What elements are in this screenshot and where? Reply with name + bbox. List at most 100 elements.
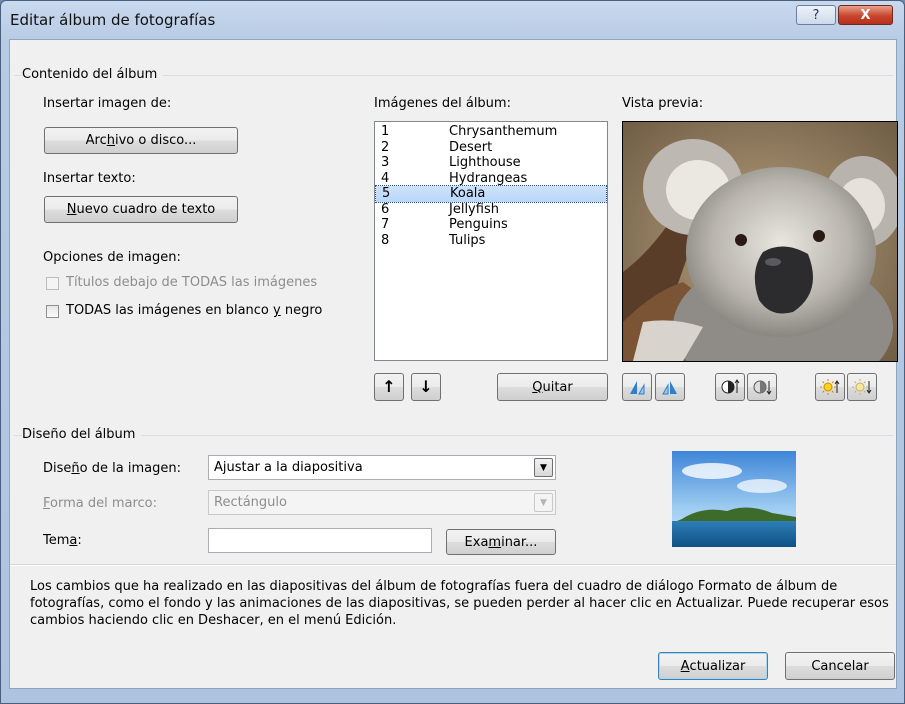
rotate-right-button[interactable] xyxy=(655,373,685,401)
list-item[interactable]: 2 Desert xyxy=(375,140,607,156)
file-or-disk-button[interactable]: Arc h ivo o disco... xyxy=(44,127,238,154)
image-options-label: Opciones de imagen: xyxy=(43,250,181,265)
layout-label: Diseño de la imagen: xyxy=(43,461,181,476)
frame-value: Rectángulo xyxy=(214,495,287,510)
move-up-button[interactable]: ↑ xyxy=(374,373,404,401)
info-notice: Los cambios que ha realizado en las diap… xyxy=(30,579,889,628)
file-button-accel: h xyxy=(106,133,115,148)
list-item-number: 8 xyxy=(381,232,390,248)
contrast-decrease-icon xyxy=(753,380,772,395)
list-item-name: Jellyfish xyxy=(449,201,499,217)
list-item-number: 1 xyxy=(381,124,390,139)
captions-checkbox-label: Títulos debajo de TODAS las imágenes xyxy=(66,275,318,290)
new-textbox-text: uevo cuadro de texto xyxy=(76,202,216,217)
list-item[interactable]: 7 Penguins xyxy=(375,217,607,233)
album-images-list[interactable]: 1 Chrysanthemum 2 Desert 3 Lighthouse 4 Hydrang… xyxy=(374,121,608,361)
list-item-name: Penguins xyxy=(449,217,508,232)
list-item[interactable]: 5 Koala xyxy=(375,185,607,203)
layout-value: Ajustar a la diapositiva xyxy=(214,460,363,475)
title-bar[interactable]: Editar álbum de fotografías ? X xyxy=(1,1,904,39)
browse-text-post: inar... xyxy=(501,534,538,550)
layout-label-pre: Dise xyxy=(43,461,72,476)
bw-label-post: negro xyxy=(280,303,323,318)
brightness-increase-button[interactable] xyxy=(815,373,845,401)
black-white-checkbox[interactable] xyxy=(46,305,59,318)
list-item[interactable]: 8 Tulips xyxy=(375,233,607,249)
captions-checkbox[interactable] xyxy=(46,277,59,290)
list-item-number: 6 xyxy=(381,201,390,217)
list-item[interactable]: 1 Chrysanthemum xyxy=(375,124,607,140)
list-item-name: Tulips xyxy=(449,232,486,248)
browse-accel: m xyxy=(488,534,502,550)
brightness-increase-icon xyxy=(820,379,840,395)
list-item-name: Lighthouse xyxy=(449,155,521,170)
list-item-name: Hydrangeas xyxy=(449,170,528,186)
layout-preview-thumbnail xyxy=(672,451,796,547)
new-textbox-button[interactable]: Nuevo cuadro de texto xyxy=(44,196,238,223)
cancel-button[interactable]: Cancelar xyxy=(785,652,895,680)
help-icon: ? xyxy=(812,7,820,23)
bw-label-accel: y xyxy=(273,303,281,318)
new-textbox-accel: N xyxy=(66,202,77,217)
frame-label: Forma del marco: xyxy=(43,496,157,511)
contrast-increase-icon xyxy=(721,379,740,394)
list-item-number: 2 xyxy=(381,139,390,155)
brightness-decrease-button[interactable] xyxy=(847,373,877,401)
theme-input[interactable] xyxy=(208,528,432,553)
list-item[interactable]: 6 Jellyfish xyxy=(375,202,607,218)
koala-photo xyxy=(623,122,897,361)
list-item-number: 5 xyxy=(382,186,391,201)
browse-button[interactable]: Exa m inar... xyxy=(446,529,556,555)
close-icon: X xyxy=(860,7,871,23)
frame-dropdown-arrow[interactable]: ▼ xyxy=(534,493,553,512)
remove-accel: Q xyxy=(532,379,543,395)
list-item-name: Koala xyxy=(450,186,486,201)
list-item-number: 3 xyxy=(381,155,390,170)
bw-label-pre: TODAS las imágenes en blanco xyxy=(66,303,274,318)
file-button-text-pre: Arc xyxy=(85,133,107,148)
dialog-window: Editar álbum de fotografías ? X Contenid… xyxy=(0,0,905,704)
chevron-down-icon: ▼ xyxy=(540,497,547,508)
design-group-label: Diseño del álbum xyxy=(22,427,142,442)
insert-image-label: Insertar imagen de: xyxy=(43,96,172,111)
chevron-down-icon: ▼ xyxy=(540,462,547,473)
layout-label-post: o de la imagen: xyxy=(79,461,181,476)
move-down-icon: ↓ xyxy=(419,377,433,396)
move-down-button[interactable]: ↓ xyxy=(411,373,441,401)
file-button-text-post: ivo o disco... xyxy=(114,133,197,148)
contrast-increase-button[interactable] xyxy=(715,373,745,401)
insert-text-label: Insertar texto: xyxy=(43,171,136,186)
layout-combobox[interactable]: Ajustar a la diapositiva ▼ xyxy=(208,455,556,480)
update-accel: A xyxy=(680,658,690,674)
remove-text: uitar xyxy=(542,379,573,395)
rotate-right-icon xyxy=(662,381,677,395)
remove-button[interactable]: Quitar xyxy=(497,373,608,401)
frame-combobox[interactable]: Rectángulo ▼ xyxy=(208,490,556,515)
brightness-decrease-icon xyxy=(852,379,872,395)
album-images-label: Imágenes del álbum: xyxy=(374,96,511,111)
frame-label-post: orma del marco: xyxy=(50,496,158,511)
close-button[interactable]: X xyxy=(838,5,893,25)
list-item[interactable]: 4 Hydrangeas xyxy=(375,171,607,187)
list-item[interactable]: 3 Lighthouse xyxy=(375,155,607,171)
move-up-icon: ↑ xyxy=(382,377,396,396)
theme-label: Tema: xyxy=(43,533,82,548)
layout-dropdown-arrow[interactable]: ▼ xyxy=(534,458,553,477)
list-item-number: 7 xyxy=(381,217,390,232)
footer-separator xyxy=(10,564,896,566)
preview-image xyxy=(622,121,898,362)
list-item-name: Chrysanthemum xyxy=(449,124,558,139)
theme-label-pre: Tem xyxy=(43,533,70,548)
preview-label: Vista previa: xyxy=(622,96,704,111)
frame-label-accel: F xyxy=(43,496,51,511)
rotate-left-icon xyxy=(630,381,645,395)
rotate-left-button[interactable] xyxy=(622,373,652,401)
help-button[interactable]: ? xyxy=(796,5,836,25)
layout-label-accel: ñ xyxy=(71,461,80,476)
dialog-body: Contenido del álbum Insertar imagen de: … xyxy=(9,39,898,689)
update-button[interactable]: Actualizar xyxy=(658,652,768,680)
contrast-decrease-button[interactable] xyxy=(747,373,777,401)
black-white-checkbox-label[interactable]: TODAS las imágenes en blanco y negro xyxy=(66,303,322,318)
list-item-name: Desert xyxy=(449,139,493,155)
design-group-line xyxy=(14,435,894,436)
